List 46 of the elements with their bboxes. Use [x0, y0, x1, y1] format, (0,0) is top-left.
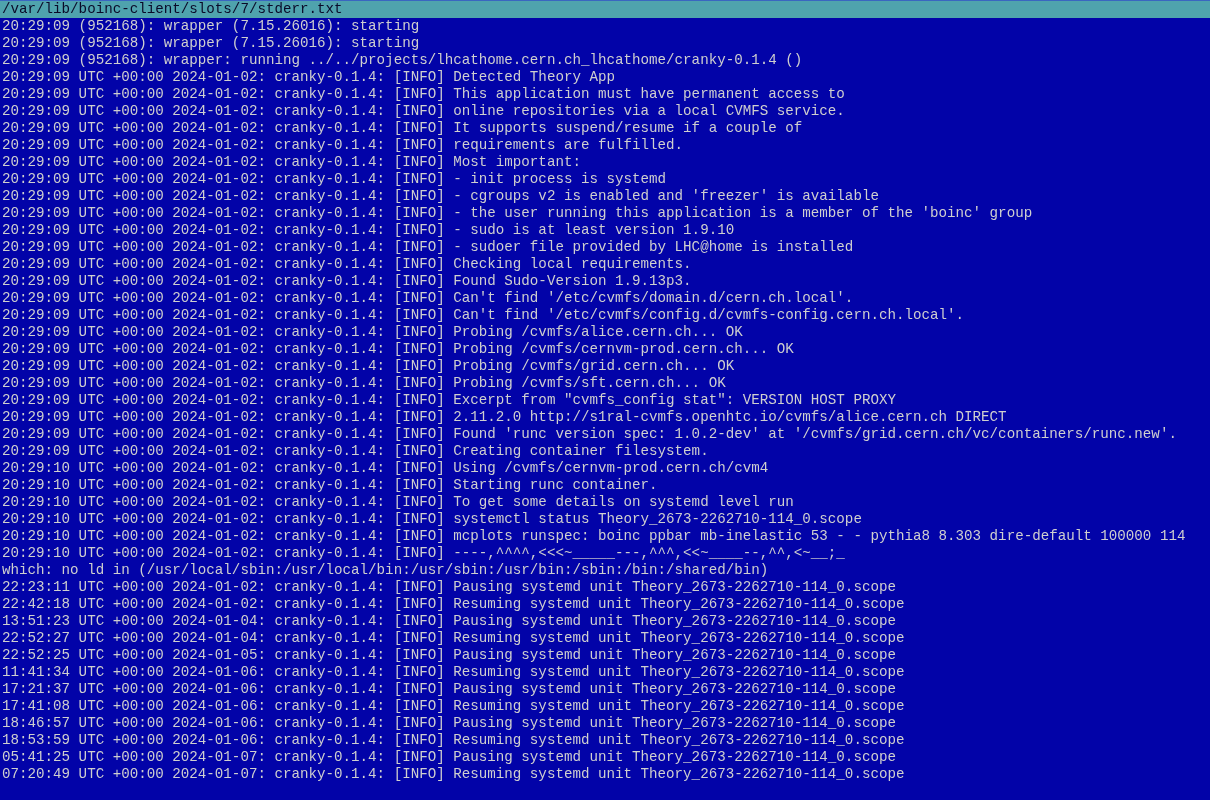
log-line: 18:46:57 UTC +00:00 2024-01-06: cranky-0.1.4: [INFO] Pausing systemd unit Theory_2673-2262710-114_0.scope [2, 715, 896, 732]
log-line: 11:41:34 UTC +00:00 2024-01-06: cranky-0.1.4: [INFO] Resuming systemd unit Theory_2673-2262710-114_0.scope [2, 664, 905, 681]
log-line: 20:29:09 UTC +00:00 2024-01-02: cranky-0.1.4: [INFO] - sudoer file provided by LHC@home is installed [2, 239, 854, 256]
log-line: 20:29:09 UTC +00:00 2024-01-02: cranky-0.1.4: [INFO] 2.11.2.0 http://s1ral-cvmfs.openhtc.io/cvmfs/alice.cern.ch DIRECT [2, 409, 1007, 426]
log-line: 20:29:10 UTC +00:00 2024-01-02: cranky-0.1.4: [INFO] mcplots runspec: boinc ppbar mb-inelastic 53 - - pythia8 8.303 dire-default 100000 114 [2, 528, 1186, 545]
log-line: 22:42:18 UTC +00:00 2024-01-02: cranky-0.1.4: [INFO] Resuming systemd unit Theory_2673-2262710-114_0.scope [2, 596, 905, 613]
log-line: 22:23:11 UTC +00:00 2024-01-02: cranky-0.1.4: [INFO] Pausing systemd unit Theory_2673-2262710-114_0.scope [2, 579, 896, 596]
log-line: 20:29:09 UTC +00:00 2024-01-02: cranky-0.1.4: [INFO] It supports suspend/resume if a couple of [2, 120, 803, 137]
log-line: 20:29:09 UTC +00:00 2024-01-02: cranky-0.1.4: [INFO] requirements are fulfilled. [2, 137, 684, 154]
log-line: 20:29:09 UTC +00:00 2024-01-02: cranky-0.1.4: [INFO] Can't find '/etc/cvmfs/domain.d/cern.ch.local'. [2, 290, 854, 307]
log-line: 20:29:09 UTC +00:00 2024-01-02: cranky-0.1.4: [INFO] Probing /cvmfs/cernvm-prod.cern.ch... OK [2, 341, 794, 358]
log-line: 20:29:09 UTC +00:00 2024-01-02: cranky-0.1.4: [INFO] Can't find '/etc/cvmfs/config.d/cvmfs-config.cern.ch.local'. [2, 307, 965, 324]
log-line: 20:29:09 UTC +00:00 2024-01-02: cranky-0.1.4: [INFO] Probing /cvmfs/grid.cern.ch... OK [2, 358, 735, 375]
file-path-title-bar: /var/lib/boinc-client/slots/7/stderr.txt [0, 1, 1210, 18]
log-line: 20:29:09 UTC +00:00 2024-01-02: cranky-0.1.4: [INFO] Found Sudo-Version 1.9.13p3. [2, 273, 692, 290]
log-line: 05:41:25 UTC +00:00 2024-01-07: cranky-0.1.4: [INFO] Pausing systemd unit Theory_2673-2262710-114_0.scope [2, 749, 896, 766]
log-line: 20:29:09 (952168): wrapper (7.15.26016): starting [2, 35, 420, 52]
log-line: 20:29:09 UTC +00:00 2024-01-02: cranky-0.1.4: [INFO] This application must have permanent access to [2, 86, 845, 103]
log-line: 20:29:09 UTC +00:00 2024-01-02: cranky-0.1.4: [INFO] Creating container filesystem. [2, 443, 709, 460]
log-line: 20:29:10 UTC +00:00 2024-01-02: cranky-0.1.4: [INFO] ----,^^^^,<<<~_____---,^^^,<<~____--,^^,<~__;_ [2, 545, 845, 562]
log-line: 18:53:59 UTC +00:00 2024-01-06: cranky-0.1.4: [INFO] Resuming systemd unit Theory_2673-2262710-114_0.scope [2, 732, 905, 749]
log-line: 20:29:09 UTC +00:00 2024-01-02: cranky-0.1.4: [INFO] - init process is systemd [2, 171, 667, 188]
log-line: 20:29:09 UTC +00:00 2024-01-02: cranky-0.1.4: [INFO] - sudo is at least version 1.9.10 [2, 222, 735, 239]
log-line: 20:29:10 UTC +00:00 2024-01-02: cranky-0.1.4: [INFO] To get some details on systemd level run [2, 494, 794, 511]
log-line: 22:52:27 UTC +00:00 2024-01-04: cranky-0.1.4: [INFO] Resuming systemd unit Theory_2673-2262710-114_0.scope [2, 630, 905, 647]
log-line: 17:21:37 UTC +00:00 2024-01-06: cranky-0.1.4: [INFO] Pausing systemd unit Theory_2673-2262710-114_0.scope [2, 681, 896, 698]
log-line: 13:51:23 UTC +00:00 2024-01-04: cranky-0.1.4: [INFO] Pausing systemd unit Theory_2673-2262710-114_0.scope [2, 613, 896, 630]
log-line: 17:41:08 UTC +00:00 2024-01-06: cranky-0.1.4: [INFO] Resuming systemd unit Theory_2673-2262710-114_0.scope [2, 698, 905, 715]
log-line: 20:29:09 UTC +00:00 2024-01-02: cranky-0.1.4: [INFO] Probing /cvmfs/alice.cern.ch... OK [2, 324, 743, 341]
log-line: 20:29:09 UTC +00:00 2024-01-02: cranky-0.1.4: [INFO] Most important: [2, 154, 581, 171]
log-line: 20:29:09 UTC +00:00 2024-01-02: cranky-0.1.4: [INFO] online repositories via a local CVMFS service. [2, 103, 845, 120]
log-line: 22:52:25 UTC +00:00 2024-01-05: cranky-0.1.4: [INFO] Pausing systemd unit Theory_2673-2262710-114_0.scope [2, 647, 896, 664]
log-line: 20:29:10 UTC +00:00 2024-01-02: cranky-0.1.4: [INFO] systemctl status Theory_2673-2262710-114_0.scope [2, 511, 862, 528]
log-line: 20:29:10 UTC +00:00 2024-01-02: cranky-0.1.4: [INFO] Using /cvmfs/cernvm-prod.cern.ch/cvm4 [2, 460, 769, 477]
log-line: 20:29:09 UTC +00:00 2024-01-02: cranky-0.1.4: [INFO] Excerpt from "cvmfs_config stat": VERSION HOST PROXY [2, 392, 896, 409]
log-line: 20:29:09 UTC +00:00 2024-01-02: cranky-0.1.4: [INFO] - cgroups v2 is enabled and 'freezer' is available [2, 188, 879, 205]
log-line: 07:20:49 UTC +00:00 2024-01-07: cranky-0.1.4: [INFO] Resuming systemd unit Theory_2673-2262710-114_0.scope [2, 766, 905, 783]
log-line: 20:29:09 (952168): wrapper (7.15.26016): starting [2, 18, 420, 35]
log-line: 20:29:10 UTC +00:00 2024-01-02: cranky-0.1.4: [INFO] Starting runc container. [2, 477, 658, 494]
log-line: 20:29:09 (952168): wrapper: running ../../projects/lhcathome.cern.ch_lhcathome/cranky-0.1.4 () [2, 52, 803, 69]
log-line: 20:29:09 UTC +00:00 2024-01-02: cranky-0.1.4: [INFO] Probing /cvmfs/sft.cern.ch... OK [2, 375, 726, 392]
log-line: 20:29:09 UTC +00:00 2024-01-02: cranky-0.1.4: [INFO] - the user running this application is a member of the 'boinc' group [2, 205, 1033, 222]
log-line: 20:29:09 UTC +00:00 2024-01-02: cranky-0.1.4: [INFO] Detected Theory App [2, 69, 615, 86]
log-line: which: no ld in (/usr/local/sbin:/usr/local/bin:/usr/sbin:/usr/bin:/sbin:/bin:/shared/bin) [2, 562, 769, 579]
log-line: 20:29:09 UTC +00:00 2024-01-02: cranky-0.1.4: [INFO] Checking local requirements. [2, 256, 692, 273]
log-line: 20:29:09 UTC +00:00 2024-01-02: cranky-0.1.4: [INFO] Found 'runc version spec: 1.0.2-dev' at '/cvmfs/grid.cern.ch/vc/containers/runc.new'. [2, 426, 1177, 443]
